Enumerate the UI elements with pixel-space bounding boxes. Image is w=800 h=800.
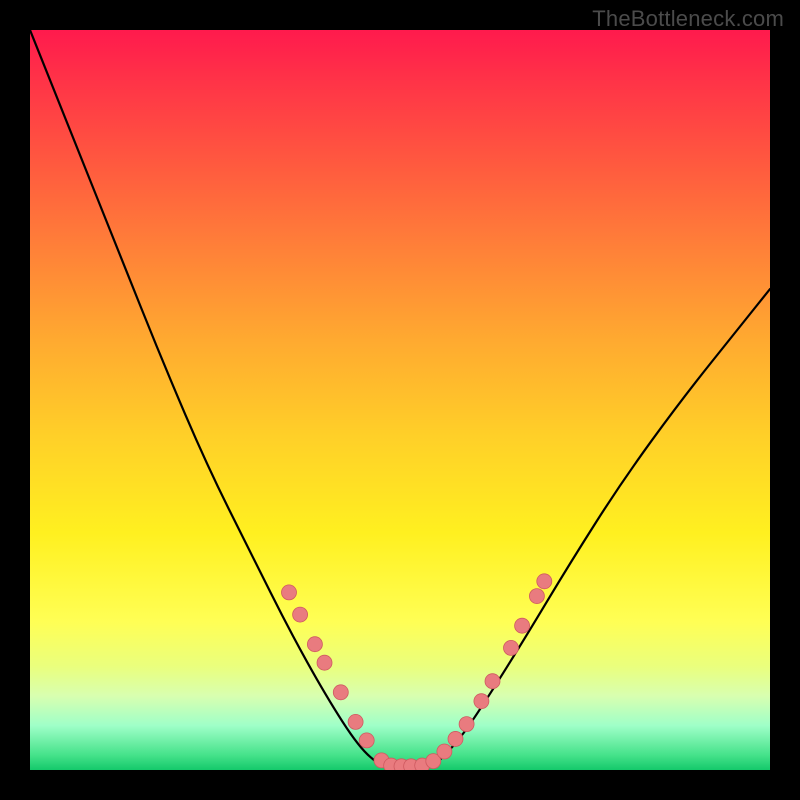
curve-marker [529, 589, 544, 604]
curve-marker [359, 733, 374, 748]
curve-marker [515, 618, 530, 633]
curve-marker [485, 674, 500, 689]
curve-marker [282, 585, 297, 600]
curve-marker [348, 714, 363, 729]
curve-layer [30, 30, 770, 770]
curve-marker [307, 637, 322, 652]
curve-marker [474, 694, 489, 709]
curve-marker [459, 717, 474, 732]
chart-frame: TheBottleneck.com [0, 0, 800, 800]
watermark-text: TheBottleneck.com [592, 6, 784, 32]
curve-marker [333, 685, 348, 700]
curve-marker [537, 574, 552, 589]
curve-marker [504, 640, 519, 655]
curve-markers [282, 574, 552, 770]
curve-marker [448, 731, 463, 746]
plot-area [30, 30, 770, 770]
v-curve [30, 30, 770, 768]
curve-marker [317, 655, 332, 670]
curve-marker [293, 607, 308, 622]
curve-marker [437, 744, 452, 759]
